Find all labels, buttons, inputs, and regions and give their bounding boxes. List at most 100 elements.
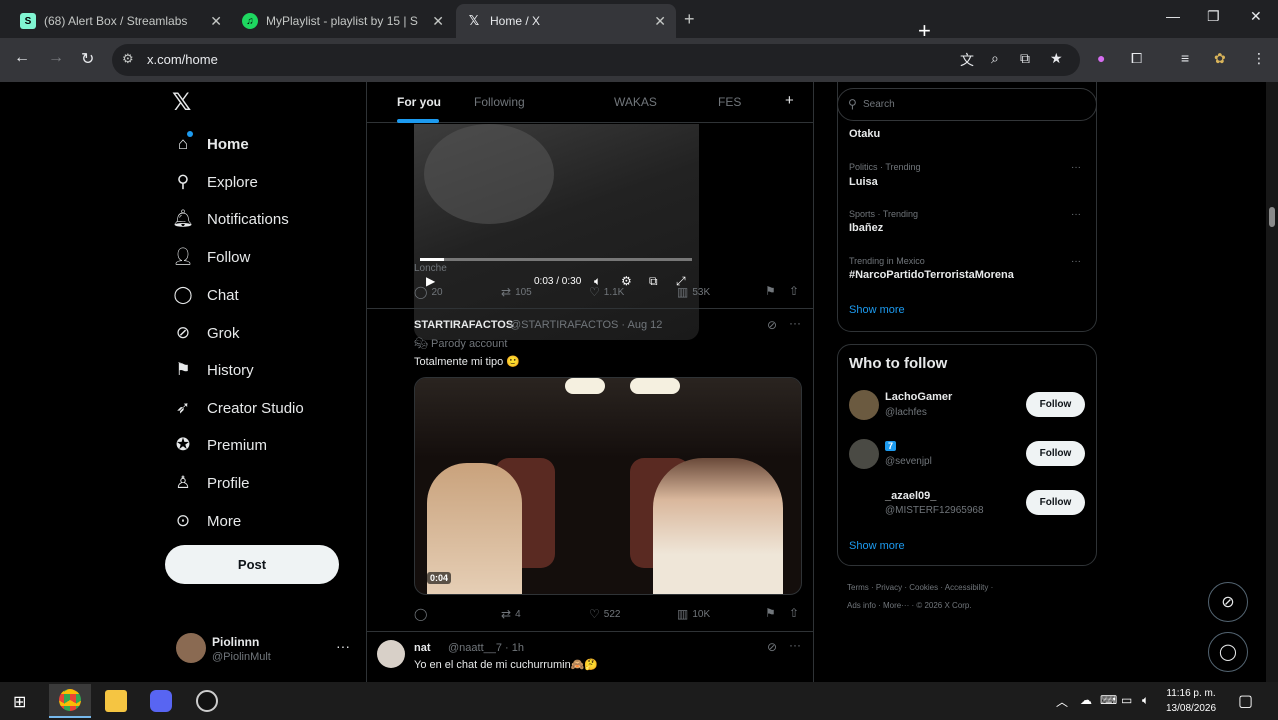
install-app-icon[interactable]: ⧉ bbox=[1020, 50, 1030, 67]
tab-for-you[interactable]: For you bbox=[397, 95, 441, 109]
grok-icon[interactable]: ⊘ bbox=[767, 640, 777, 654]
like-button[interactable]: ♡ 522 bbox=[589, 607, 620, 621]
chat-fab-icon[interactable]: ◯ bbox=[1208, 632, 1248, 672]
tweet-author-name[interactable]: nat bbox=[414, 642, 431, 654]
more-options-icon[interactable]: ··· bbox=[789, 638, 801, 652]
footer-links[interactable]: Ads info · More··· · © 2026 X Corp. bbox=[847, 601, 972, 610]
address-bar[interactable]: ⚙ x.com/home bbox=[112, 44, 1080, 76]
tweet-author-name[interactable]: STARTIRAFACTOS bbox=[414, 319, 513, 331]
follow-button[interactable]: Follow bbox=[1026, 441, 1085, 466]
volume-icon[interactable]: 🔈︎ bbox=[1142, 693, 1149, 708]
views-button[interactable]: ▥ 53K bbox=[677, 285, 710, 299]
tray-expand-icon[interactable]: ︿ bbox=[1056, 693, 1068, 710]
more-options-icon[interactable]: ··· bbox=[336, 638, 350, 654]
grok-fab-icon[interactable]: ⊘ bbox=[1208, 582, 1248, 622]
tweet-video-player[interactable]: 0:04 bbox=[414, 377, 802, 595]
sidebar-item-explore[interactable]: ⚲ Explore bbox=[172, 167, 258, 197]
tab-wakas[interactable]: WAKAS bbox=[614, 95, 657, 109]
translate-icon[interactable]: 文 bbox=[960, 50, 974, 70]
tweet-author-handle[interactable]: @naatt__7 · 1h bbox=[448, 642, 524, 654]
suggested-user-handle[interactable]: @sevenjpl bbox=[885, 456, 932, 467]
browser-tab-spotify[interactable]: ♫ MyPlaylist - playlist by 15 | Spotify … bbox=[232, 4, 454, 38]
grok-icon[interactable]: ⊘ bbox=[767, 318, 777, 332]
suggested-user-handle[interactable]: @lachfes bbox=[885, 407, 927, 418]
taskbar-app-discord[interactable] bbox=[140, 684, 182, 718]
trend-title[interactable]: Luisa bbox=[849, 176, 878, 188]
keyboard-icon[interactable]: ⌨ bbox=[1100, 693, 1117, 707]
sidebar-item-creator-studio[interactable]: ➶ Creator Studio bbox=[172, 393, 304, 423]
repost-button[interactable]: ⇄ 105 bbox=[501, 285, 532, 299]
bookmark-icon[interactable]: ⚑ bbox=[765, 284, 776, 298]
tab-following[interactable]: Following bbox=[474, 95, 525, 109]
reading-list-icon[interactable]: ≡ bbox=[1181, 50, 1189, 66]
browser-tab-x-home[interactable]: 𝕏 Home / X ✕ bbox=[456, 4, 676, 38]
network-icon[interactable]: ▭ bbox=[1121, 693, 1132, 707]
post-button[interactable]: Post bbox=[165, 545, 339, 584]
close-tab-icon[interactable]: ✕ bbox=[432, 13, 444, 30]
scrollbar-thumb[interactable] bbox=[1269, 207, 1275, 227]
back-icon[interactable]: ← bbox=[14, 49, 30, 67]
sidebar-item-history[interactable]: ⚑ History bbox=[172, 355, 253, 385]
extensions-puzzle-icon[interactable]: ⧠ bbox=[1131, 50, 1142, 67]
extension-icon[interactable]: ● bbox=[1097, 50, 1105, 66]
video-progress-bar[interactable] bbox=[420, 258, 692, 261]
notifications-icon[interactable]: ▢ bbox=[1238, 691, 1253, 711]
new-tab-icon[interactable]: + bbox=[684, 9, 695, 30]
zoom-icon[interactable]: ⌕ bbox=[991, 50, 999, 67]
views-button[interactable]: ▥ 10K bbox=[677, 607, 710, 621]
avatar[interactable] bbox=[849, 488, 879, 518]
suggested-user-name[interactable]: _azael09_ bbox=[885, 490, 936, 502]
avatar[interactable] bbox=[377, 640, 405, 668]
taskbar-app-chrome[interactable] bbox=[49, 684, 91, 718]
trend-title[interactable]: #NarcoPartidoTerroristaMorena bbox=[849, 269, 1014, 281]
suggested-user-name[interactable]: 7 bbox=[885, 440, 897, 452]
close-window-icon[interactable]: ✕ bbox=[1250, 8, 1262, 25]
sidebar-item-profile[interactable]: ♙ Profile bbox=[172, 468, 249, 498]
browser-menu-icon[interactable]: ⋮ bbox=[1252, 50, 1266, 67]
page-scrollbar[interactable] bbox=[1266, 82, 1278, 682]
sidebar-item-premium[interactable]: ✪ Premium bbox=[172, 430, 267, 460]
taskbar-clock[interactable]: 11:16 p. m. 13/08/2026 bbox=[1166, 686, 1216, 716]
follow-button[interactable]: Follow bbox=[1026, 392, 1085, 417]
reload-icon[interactable]: ↻ bbox=[81, 49, 94, 69]
repost-button[interactable]: ⇄ 4 bbox=[501, 607, 521, 621]
sidebar-item-chat[interactable]: ◯ Chat bbox=[172, 280, 238, 310]
trends-show-more-link[interactable]: Show more bbox=[849, 304, 905, 316]
avatar[interactable] bbox=[849, 439, 879, 469]
url-text[interactable]: x.com/home bbox=[147, 52, 218, 67]
more-options-icon[interactable]: ··· bbox=[1071, 256, 1081, 267]
sidebar-item-grok[interactable]: ⊘ Grok bbox=[172, 318, 240, 348]
bookmark-star-icon[interactable]: ★ bbox=[1050, 50, 1063, 67]
suggested-user-handle[interactable]: @MISTERF12965968 bbox=[885, 505, 984, 516]
pip-icon[interactable]: ⧉ bbox=[649, 274, 658, 289]
share-icon[interactable]: ⇧ bbox=[789, 606, 799, 620]
minimize-icon[interactable]: — bbox=[1166, 8, 1180, 24]
sidebar-item-follow[interactable]: 👤︎ Follow bbox=[172, 242, 250, 272]
taskbar-app-obs[interactable] bbox=[186, 684, 228, 718]
profile-avatar-icon[interactable]: ✿ bbox=[1214, 50, 1226, 67]
x-logo-icon[interactable]: 𝕏 bbox=[172, 88, 191, 117]
avatar[interactable] bbox=[849, 390, 879, 420]
taskbar-app-explorer[interactable] bbox=[95, 684, 137, 718]
trend-title[interactable]: Ibañez bbox=[849, 222, 883, 234]
reply-button[interactable]: ◯ 20 bbox=[414, 285, 443, 299]
tab-fes[interactable]: FES bbox=[718, 95, 741, 109]
tweet-author-handle[interactable]: @STARTIRAFACTOS · Aug 12 bbox=[510, 319, 662, 331]
sidebar-item-home[interactable]: ⌂ Home bbox=[172, 129, 249, 159]
footer-links[interactable]: Terms · Privacy · Cookies · Accessibilit… bbox=[847, 583, 993, 592]
account-switcher[interactable]: Piolinnn @PiolinMult ··· bbox=[176, 633, 354, 667]
close-tab-icon[interactable]: ✕ bbox=[210, 13, 222, 30]
maximize-icon[interactable]: ❐ bbox=[1207, 8, 1220, 25]
suggested-user-name[interactable]: LachoGamer bbox=[885, 391, 952, 403]
more-options-icon[interactable]: ··· bbox=[789, 316, 801, 330]
like-button[interactable]: ♡ 1.1K bbox=[589, 285, 624, 299]
tray-app-icon[interactable]: ☁ bbox=[1080, 693, 1092, 707]
add-tab-icon[interactable]: + bbox=[785, 92, 794, 109]
windows-start-icon[interactable]: ⊞ bbox=[13, 692, 26, 712]
more-options-icon[interactable]: ··· bbox=[1071, 209, 1081, 220]
share-icon[interactable]: ⇧ bbox=[789, 284, 799, 298]
forward-icon[interactable]: → bbox=[48, 49, 64, 67]
bookmark-icon[interactable]: ⚑ bbox=[765, 606, 776, 620]
reply-button[interactable]: ◯ bbox=[414, 607, 431, 621]
close-tab-icon[interactable]: ✕ bbox=[654, 13, 666, 30]
